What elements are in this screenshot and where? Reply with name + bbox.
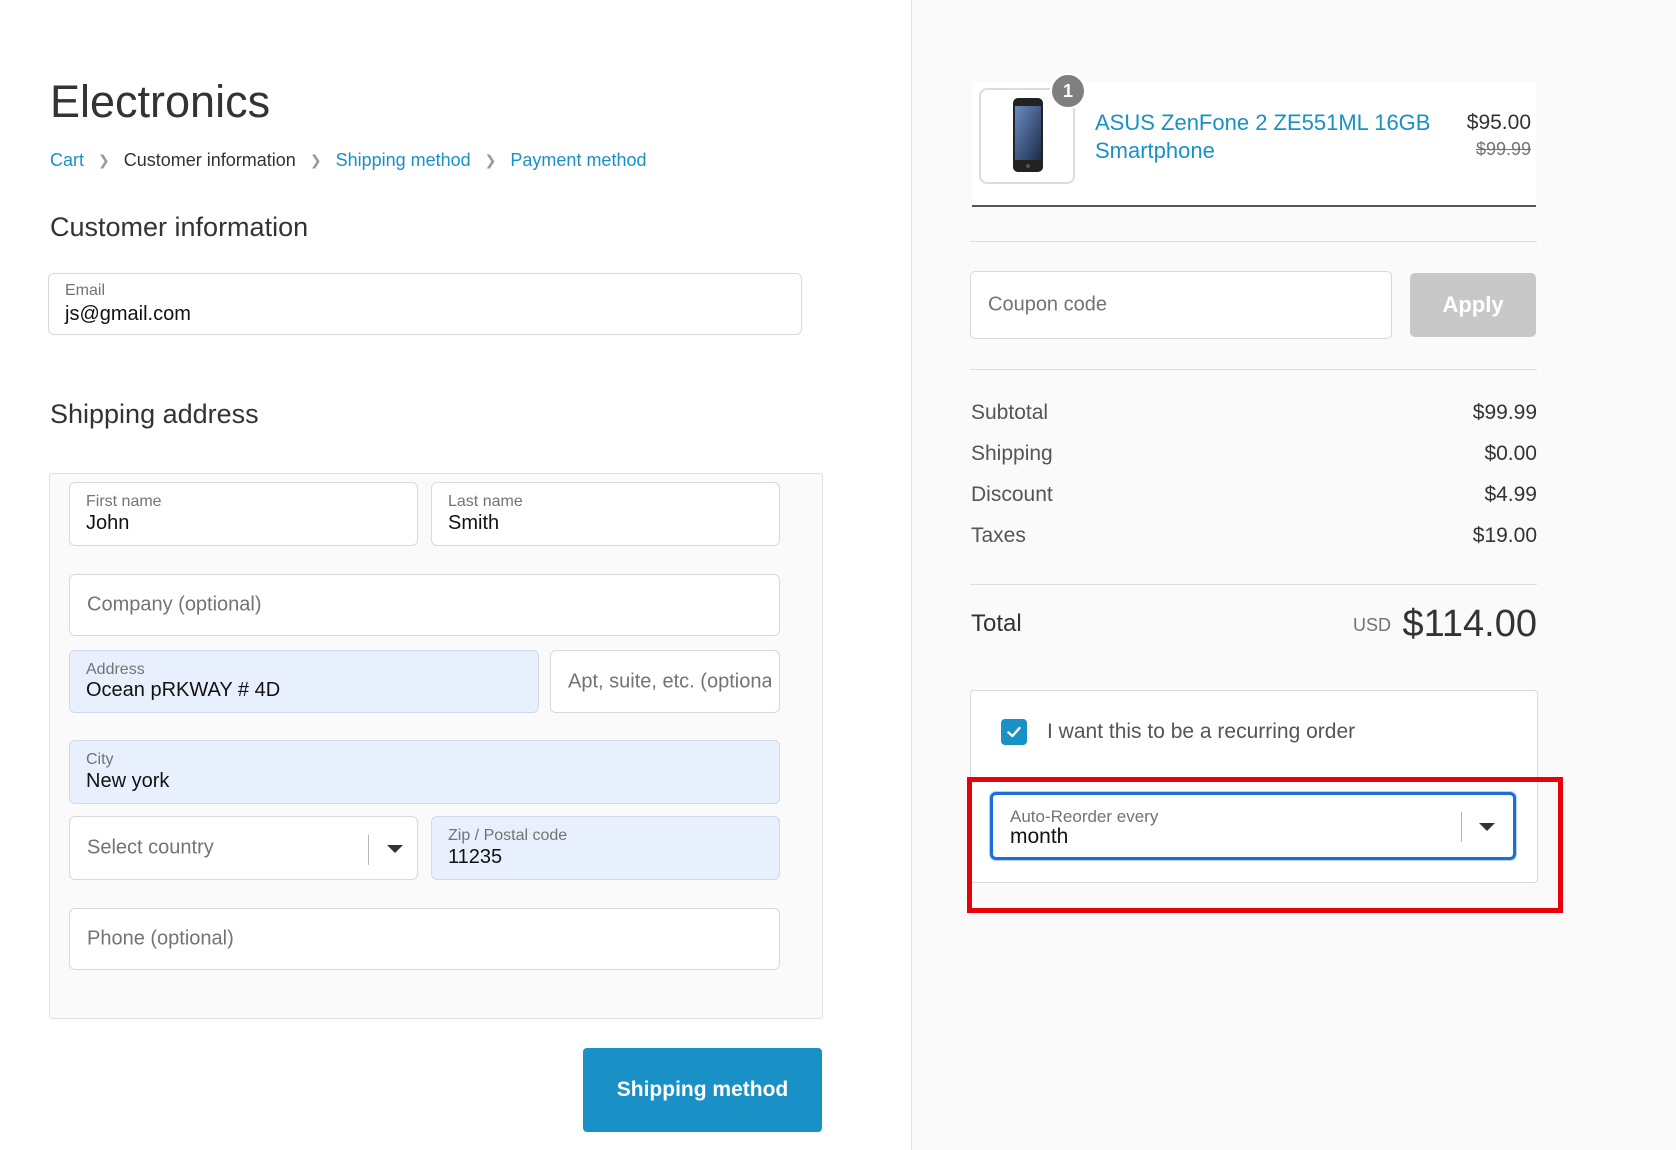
product-price: $95.00 — [1466, 111, 1531, 134]
last-name-field[interactable]: Last name Smith — [431, 482, 780, 546]
breadcrumb: Cart ❯ Customer information ❯ Shipping m… — [50, 150, 646, 171]
phone-placeholder: Phone (optional) — [87, 927, 234, 950]
select-divider — [368, 835, 369, 865]
shipping-value: $0.00 — [1484, 442, 1537, 465]
breadcrumb-cart-link[interactable]: Cart — [50, 150, 84, 171]
caret-down-icon — [387, 845, 403, 853]
zip-field[interactable]: Zip / Postal code 11235 — [431, 816, 780, 880]
coupon-code-input[interactable]: Coupon code — [970, 271, 1392, 339]
country-placeholder: Select country — [87, 836, 214, 859]
store-title: Electronics — [50, 76, 271, 127]
first-name-label: First name — [86, 493, 162, 510]
email-label: Email — [65, 282, 106, 299]
zip-label: Zip / Postal code — [448, 827, 568, 844]
last-name-value: Smith — [448, 512, 500, 534]
first-name-field[interactable]: First name John — [69, 482, 418, 546]
taxes-label: Taxes — [971, 524, 1026, 547]
customer-information-heading: Customer information — [50, 212, 309, 242]
recurring-order-checkbox[interactable] — [1001, 719, 1027, 745]
shipping-row: Shipping $0.00 — [971, 442, 1537, 466]
city-label: City — [86, 751, 114, 768]
chevron-right-icon: ❯ — [309, 152, 322, 168]
subtotal-row: Subtotal $99.99 — [971, 401, 1537, 425]
divider — [970, 369, 1537, 370]
product-original-price: $99.99 — [1475, 139, 1531, 159]
email-field[interactable]: Email js@gmail.com — [48, 273, 802, 335]
breadcrumb-shipping-method-link[interactable]: Shipping method — [336, 150, 471, 171]
subtotal-value: $99.99 — [1472, 401, 1537, 424]
breadcrumb-payment-method-link[interactable]: Payment method — [510, 150, 646, 171]
subtotal-label: Subtotal — [971, 401, 1049, 424]
coupon-placeholder: Coupon code — [988, 293, 1107, 316]
total-label: Total — [971, 610, 1022, 637]
discount-label: Discount — [971, 483, 1053, 506]
quantity-badge: 1 — [1050, 73, 1086, 109]
address-label: Address — [86, 661, 145, 678]
discount-row: Discount $4.99 — [971, 483, 1537, 507]
company-placeholder: Company (optional) — [87, 593, 262, 616]
chevron-right-icon: ❯ — [98, 152, 110, 168]
taxes-row: Taxes $19.00 — [971, 524, 1537, 548]
zip-value: 11235 — [448, 846, 503, 868]
apply-coupon-button[interactable]: Apply — [1410, 273, 1536, 337]
checkmark-icon — [1007, 726, 1021, 738]
phone-field[interactable]: Phone (optional) — [69, 908, 780, 970]
apartment-field[interactable]: Apt, suite, etc. (optional) — [550, 650, 780, 713]
continue-to-shipping-method-button[interactable]: Shipping method — [583, 1048, 822, 1132]
total-currency: USD — [1353, 615, 1392, 635]
breadcrumb-customer-information: Customer information — [123, 150, 296, 170]
divider — [970, 241, 1537, 242]
discount-value: $4.99 — [1484, 483, 1537, 506]
email-value: js@gmail.com — [65, 303, 191, 325]
chevron-right-icon: ❯ — [484, 152, 497, 168]
company-field[interactable]: Company (optional) — [69, 574, 780, 636]
divider — [970, 584, 1537, 585]
shipping-address-heading: Shipping address — [50, 399, 259, 429]
apartment-placeholder: Apt, suite, etc. (optional) — [568, 670, 771, 692]
total-value: $114.00 — [1402, 603, 1537, 645]
product-name-link[interactable]: ASUS ZenFone 2 ZE551ML 16GB Smartphone — [1095, 109, 1435, 165]
recurring-order-label[interactable]: I want this to be a recurring order — [1047, 720, 1355, 744]
first-name-value: John — [86, 512, 130, 534]
last-name-label: Last name — [448, 493, 523, 510]
country-select[interactable]: Select country — [69, 816, 418, 880]
city-field[interactable]: City New york — [69, 740, 780, 804]
city-value: New york — [86, 770, 170, 792]
address-field[interactable]: Address Ocean pRKWAY # 4D — [69, 650, 539, 713]
shipping-label: Shipping — [971, 442, 1053, 465]
address-value: Ocean pRKWAY # 4D — [86, 679, 281, 701]
highlight-annotation-box — [967, 777, 1563, 913]
taxes-value: $19.00 — [1472, 524, 1537, 547]
